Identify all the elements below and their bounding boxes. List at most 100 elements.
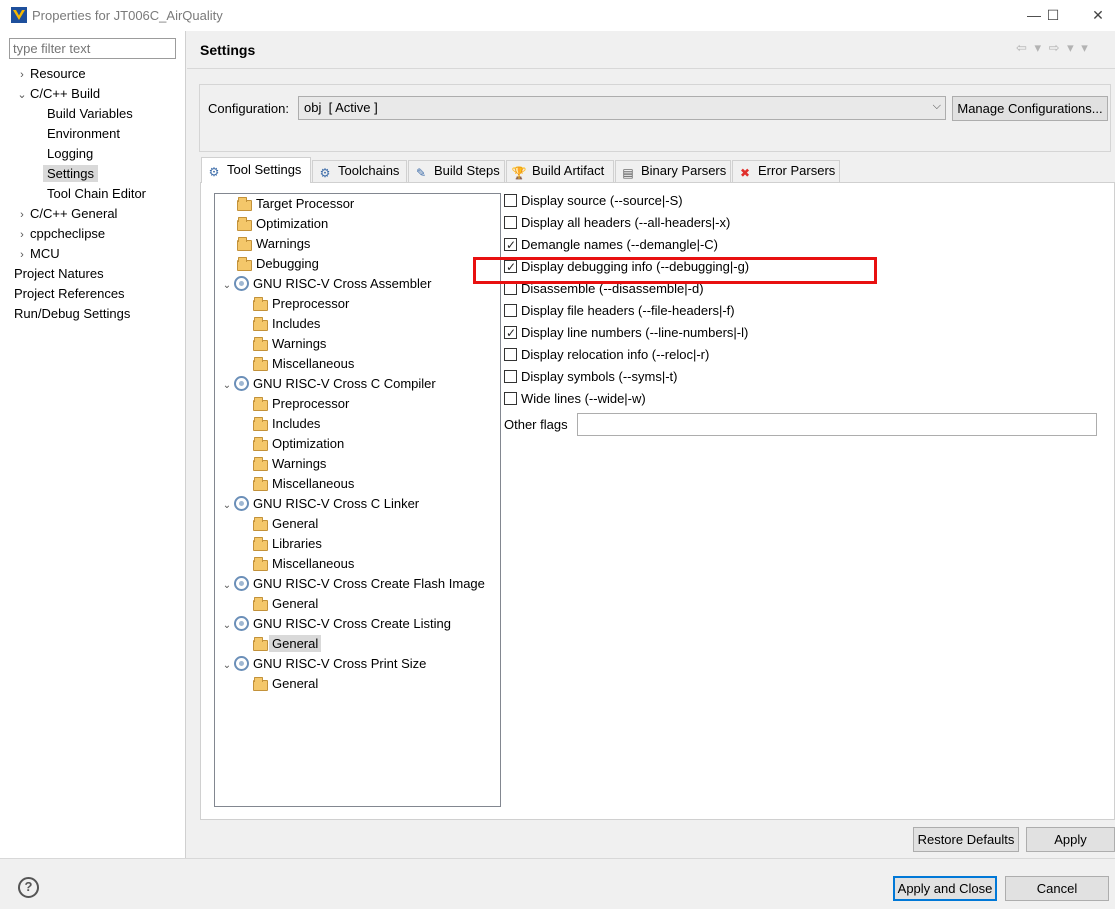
chevron-down-icon[interactable]: ⌄ xyxy=(220,576,234,596)
option-label: Display all headers (--all-headers|-x) xyxy=(521,215,731,230)
tree-tool-node[interactable]: ⌄ GNU RISC-V Cross Print Size xyxy=(220,654,426,674)
filter-input[interactable] xyxy=(9,38,176,59)
tree-node-label: Debugging xyxy=(256,256,319,271)
close-button[interactable]: ✕ xyxy=(1080,0,1115,31)
option-checkbox[interactable] xyxy=(504,235,517,255)
tree-tool-node[interactable]: ⌄ GNU RISC-V Cross Create Flash Image xyxy=(220,574,485,594)
sidebar-item-c-c-build[interactable]: ⌄ C/C++ Build xyxy=(14,84,100,104)
tree-folder-node[interactable]: General xyxy=(252,594,318,614)
tree-node-label: Warnings xyxy=(256,236,311,251)
tree-folder-node[interactable]: Miscellaneous xyxy=(252,474,354,494)
option-row[interactable]: Display symbols (--syms|-t) xyxy=(504,367,678,387)
tree-folder-node[interactable]: General xyxy=(252,514,318,534)
option-checkbox[interactable] xyxy=(504,348,517,361)
configuration-value: obj [ Active ] xyxy=(304,100,378,115)
option-row[interactable]: Display all headers (--all-headers|-x) xyxy=(504,213,730,233)
back-forward-icon[interactable]: ⇦ ▾ ⇨ ▾ ▾ xyxy=(1016,40,1090,56)
tree-folder-node[interactable]: Miscellaneous xyxy=(252,354,354,374)
sidebar-item-project-natures[interactable]: Project Natures xyxy=(14,264,104,284)
configuration-label: Configuration: xyxy=(208,101,289,116)
sidebar-item-logging[interactable]: Logging xyxy=(47,144,93,164)
option-row[interactable]: Display source (--source|-S) xyxy=(504,191,683,211)
folder-icon xyxy=(236,256,252,271)
restore-defaults-button[interactable]: Restore Defaults xyxy=(913,827,1019,852)
tree-folder-node[interactable]: Warnings xyxy=(252,454,326,474)
option-checkbox[interactable] xyxy=(504,216,517,229)
sidebar-item-cppcheclipse[interactable]: › cppcheclipse xyxy=(14,224,105,244)
option-checkbox[interactable] xyxy=(504,370,517,383)
apply-and-close-button[interactable]: Apply and Close xyxy=(893,876,997,901)
tree-folder-node[interactable]: Preprocessor xyxy=(252,294,349,314)
tab-toolchains[interactable]: ⚙ Toolchains xyxy=(312,160,407,182)
help-icon[interactable]: ? xyxy=(18,877,39,898)
option-checkbox[interactable] xyxy=(504,194,517,207)
tree-folder-node[interactable]: Includes xyxy=(252,414,320,434)
option-label: Demangle names (--demangle|-C) xyxy=(521,237,719,252)
settings-header xyxy=(187,31,1115,69)
tree-folder-node[interactable]: Warnings xyxy=(252,334,326,354)
chevron-down-icon[interactable]: ⌄ xyxy=(220,376,234,396)
tree-tool-node[interactable]: ⌄ GNU RISC-V Cross C Compiler xyxy=(220,374,436,394)
sidebar-item-run-debug-settings[interactable]: Run/Debug Settings xyxy=(14,304,130,324)
chevron-down-icon[interactable]: ⌄ xyxy=(220,276,234,296)
chevron-right-icon[interactable]: › xyxy=(14,245,30,265)
tree-folder-node[interactable]: Debugging xyxy=(236,254,319,274)
tree-folder-node[interactable]: Libraries xyxy=(252,534,322,554)
sidebar-item-settings[interactable]: Settings xyxy=(43,164,98,184)
tab-tool-settings[interactable]: ⚙ Tool Settings xyxy=(201,157,311,183)
chevron-down-icon[interactable]: ⌄ xyxy=(220,496,234,516)
folder-icon xyxy=(252,316,268,331)
option-checkbox[interactable] xyxy=(504,323,517,343)
sidebar-item-c-c-general[interactable]: › C/C++ General xyxy=(14,204,117,224)
other-flags-input[interactable] xyxy=(577,413,1097,436)
manage-configurations-button[interactable]: Manage Configurations... xyxy=(952,96,1108,121)
tree-node-label: GNU RISC-V Cross C Linker xyxy=(253,496,420,511)
sidebar-item-environment[interactable]: Environment xyxy=(47,124,120,144)
option-row[interactable]: Demangle names (--demangle|-C) xyxy=(504,235,718,255)
tree-folder-node[interactable]: Warnings xyxy=(236,234,310,254)
sidebar-item-resource[interactable]: › Resource xyxy=(14,64,85,85)
sidebar-item-tool-chain-editor[interactable]: Tool Chain Editor xyxy=(47,184,146,204)
chevron-down-icon[interactable]: ⌄ xyxy=(220,656,234,676)
binary-parsers-icon: ▤ xyxy=(622,166,634,180)
sidebar-item-mcu[interactable]: › MCU xyxy=(14,244,59,265)
option-row[interactable]: Display relocation info (--reloc|-r) xyxy=(504,345,709,365)
option-checkbox[interactable] xyxy=(504,392,517,405)
tree-node-label: Preprocessor xyxy=(272,296,350,311)
configuration-select[interactable]: obj [ Active ] ⌵ xyxy=(298,96,946,120)
chevron-right-icon[interactable]: › xyxy=(14,65,30,85)
tree-node-label: General xyxy=(272,516,319,531)
tab-build-steps[interactable]: ✎ Build Steps xyxy=(408,160,505,182)
tab-binary-parsers[interactable]: ▤ Binary Parsers xyxy=(615,160,731,182)
option-checkbox[interactable] xyxy=(504,304,517,317)
tree-folder-node[interactable]: General xyxy=(252,674,318,694)
cancel-button[interactable]: Cancel xyxy=(1005,876,1109,901)
tree-folder-node[interactable]: Optimization xyxy=(252,434,344,454)
chevron-down-icon[interactable]: ⌄ xyxy=(14,85,30,105)
tree-tool-node[interactable]: ⌄ GNU RISC-V Cross C Linker xyxy=(220,494,419,514)
tree-tool-node[interactable]: ⌄ GNU RISC-V Cross Create Listing xyxy=(220,614,451,634)
tab-build-artifact[interactable]: 🏆 Build Artifact xyxy=(506,160,614,182)
sidebar-item-project-references[interactable]: Project References xyxy=(14,284,125,304)
option-row[interactable]: Display file headers (--file-headers|-f) xyxy=(504,301,735,321)
chevron-right-icon[interactable]: › xyxy=(14,225,30,245)
tree-folder-node[interactable]: General xyxy=(252,634,322,654)
chevron-right-icon[interactable]: › xyxy=(14,205,30,225)
folder-icon xyxy=(252,436,268,451)
maximize-button[interactable]: ☐ xyxy=(1035,0,1071,31)
tab-label: Build Artifact xyxy=(532,163,605,178)
chevron-down-icon[interactable]: ⌄ xyxy=(220,616,234,636)
option-row[interactable]: Wide lines (--wide|-w) xyxy=(504,389,646,409)
tree-folder-node[interactable]: Miscellaneous xyxy=(252,554,354,574)
tree-folder-node[interactable]: Target Processor xyxy=(236,194,354,214)
apply-button[interactable]: Apply xyxy=(1026,827,1115,852)
tree-tool-node[interactable]: ⌄ GNU RISC-V Cross Assembler xyxy=(220,274,431,294)
tree-node-label: Includes xyxy=(272,416,321,431)
option-label: Display source (--source|-S) xyxy=(521,193,683,208)
sidebar-item-build-variables[interactable]: Build Variables xyxy=(47,104,133,124)
tree-folder-node[interactable]: Preprocessor xyxy=(252,394,349,414)
tab-error-parsers[interactable]: ✖ Error Parsers xyxy=(732,160,840,182)
tree-folder-node[interactable]: Includes xyxy=(252,314,320,334)
option-row[interactable]: Display line numbers (--line-numbers|-l) xyxy=(504,323,748,343)
tree-folder-node[interactable]: Optimization xyxy=(236,214,328,234)
